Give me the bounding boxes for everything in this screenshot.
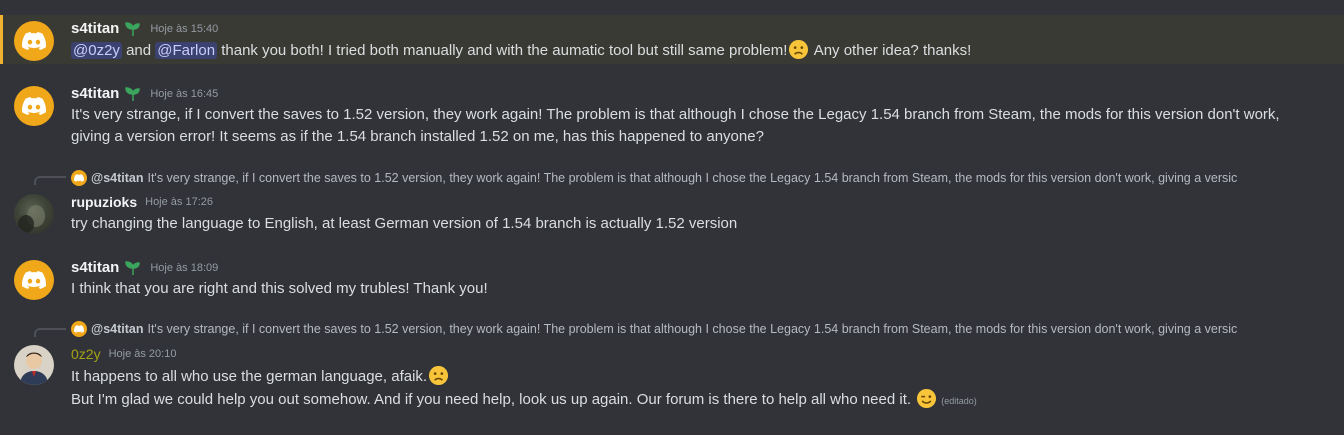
sprout-icon[interactable] — [124, 21, 142, 37]
reply-username[interactable]: @s4titan — [91, 322, 143, 336]
discord-logo-icon — [22, 97, 46, 115]
frowning-face-emoji-icon — [789, 39, 809, 60]
timestamp[interactable]: Hoje às 20:10 — [109, 348, 177, 360]
reply-avatar — [71, 321, 87, 337]
frowning-face-emoji-icon — [429, 365, 449, 386]
user-photo-icon — [20, 352, 48, 385]
message-content: try changing the language to English, at… — [71, 213, 1304, 235]
reply-preview[interactable]: @s4titan It's very strange, if I convert… — [71, 170, 1301, 186]
message-item[interactable]: @s4titan It's very strange, if I convert… — [0, 166, 1344, 238]
username[interactable]: 0z2y — [71, 346, 101, 362]
chat-message-list: s4titan Hoje às 15:40 @0z2y and @Farlon … — [0, 0, 1344, 435]
message-text-line: giving a version error! It seems as if t… — [71, 128, 764, 145]
sprout-icon[interactable] — [124, 86, 142, 102]
reply-text: It's very strange, if I convert the save… — [147, 171, 1238, 185]
message-item[interactable]: s4titan Hoje às 16:45 It's very strange,… — [0, 80, 1344, 150]
message-item[interactable]: s4titan Hoje às 18:09 I think that you a… — [0, 254, 1344, 304]
edited-label: (editado) — [941, 396, 977, 406]
message-text-line: try changing the language to English, at… — [71, 215, 738, 232]
mention[interactable]: @0z2y — [71, 42, 122, 59]
message-item[interactable]: @s4titan It's very strange, if I convert… — [0, 318, 1344, 418]
discord-logo-icon — [74, 325, 84, 333]
message-content: I think that you are right and this solv… — [71, 278, 1304, 300]
message-content: It happens to all who use the german lan… — [71, 365, 1304, 412]
username[interactable]: s4titan — [71, 259, 119, 276]
username[interactable]: s4titan — [71, 20, 119, 37]
avatar[interactable] — [14, 194, 54, 234]
reply-preview[interactable]: @s4titan It's very strange, if I convert… — [71, 321, 1301, 337]
winking-face-emoji-icon — [917, 388, 937, 409]
message-text: But I'm glad we could help you out someh… — [71, 391, 912, 408]
timestamp[interactable]: Hoje às 18:09 — [150, 262, 218, 274]
reply-spine — [34, 176, 66, 185]
message-text-line: It's very strange, if I convert the save… — [71, 106, 1280, 123]
timestamp[interactable]: Hoje às 17:26 — [145, 196, 213, 208]
sprout-icon[interactable] — [124, 260, 142, 276]
message-text-line: It happens to all who use the german lan… — [71, 365, 1304, 388]
message-text-line: I think that you are right and this solv… — [71, 280, 488, 297]
message-text: thank you both! I tried both manually an… — [221, 42, 788, 59]
reply-spine — [34, 328, 66, 337]
discord-logo-icon — [22, 271, 46, 289]
message-content: It's very strange, if I convert the save… — [71, 104, 1304, 148]
reply-username[interactable]: @s4titan — [91, 171, 143, 185]
avatar[interactable] — [14, 86, 54, 126]
mention[interactable]: @Farlon — [155, 42, 218, 59]
avatar[interactable] — [14, 21, 54, 61]
timestamp[interactable]: Hoje às 15:40 — [150, 23, 218, 35]
reply-text: It's very strange, if I convert the save… — [147, 322, 1238, 336]
discord-logo-icon — [74, 174, 84, 182]
message-text: and — [126, 42, 152, 59]
username[interactable]: s4titan — [71, 85, 119, 102]
discord-logo-icon — [22, 32, 46, 50]
message-text: Any other idea? thanks! — [813, 42, 972, 59]
message-text: It happens to all who use the german lan… — [71, 368, 428, 385]
user-photo-icon — [18, 205, 45, 233]
timestamp[interactable]: Hoje às 16:45 — [150, 88, 218, 100]
message-content: @0z2y and @Farlon thank you both! I trie… — [71, 39, 1304, 62]
avatar[interactable] — [14, 260, 54, 300]
message-text-line: But I'm glad we could help you out someh… — [71, 388, 1304, 412]
message-item[interactable]: s4titan Hoje às 15:40 @0z2y and @Farlon … — [0, 15, 1344, 64]
avatar[interactable] — [14, 345, 54, 385]
reply-avatar — [71, 170, 87, 186]
username[interactable]: rupuzioks — [71, 194, 137, 210]
